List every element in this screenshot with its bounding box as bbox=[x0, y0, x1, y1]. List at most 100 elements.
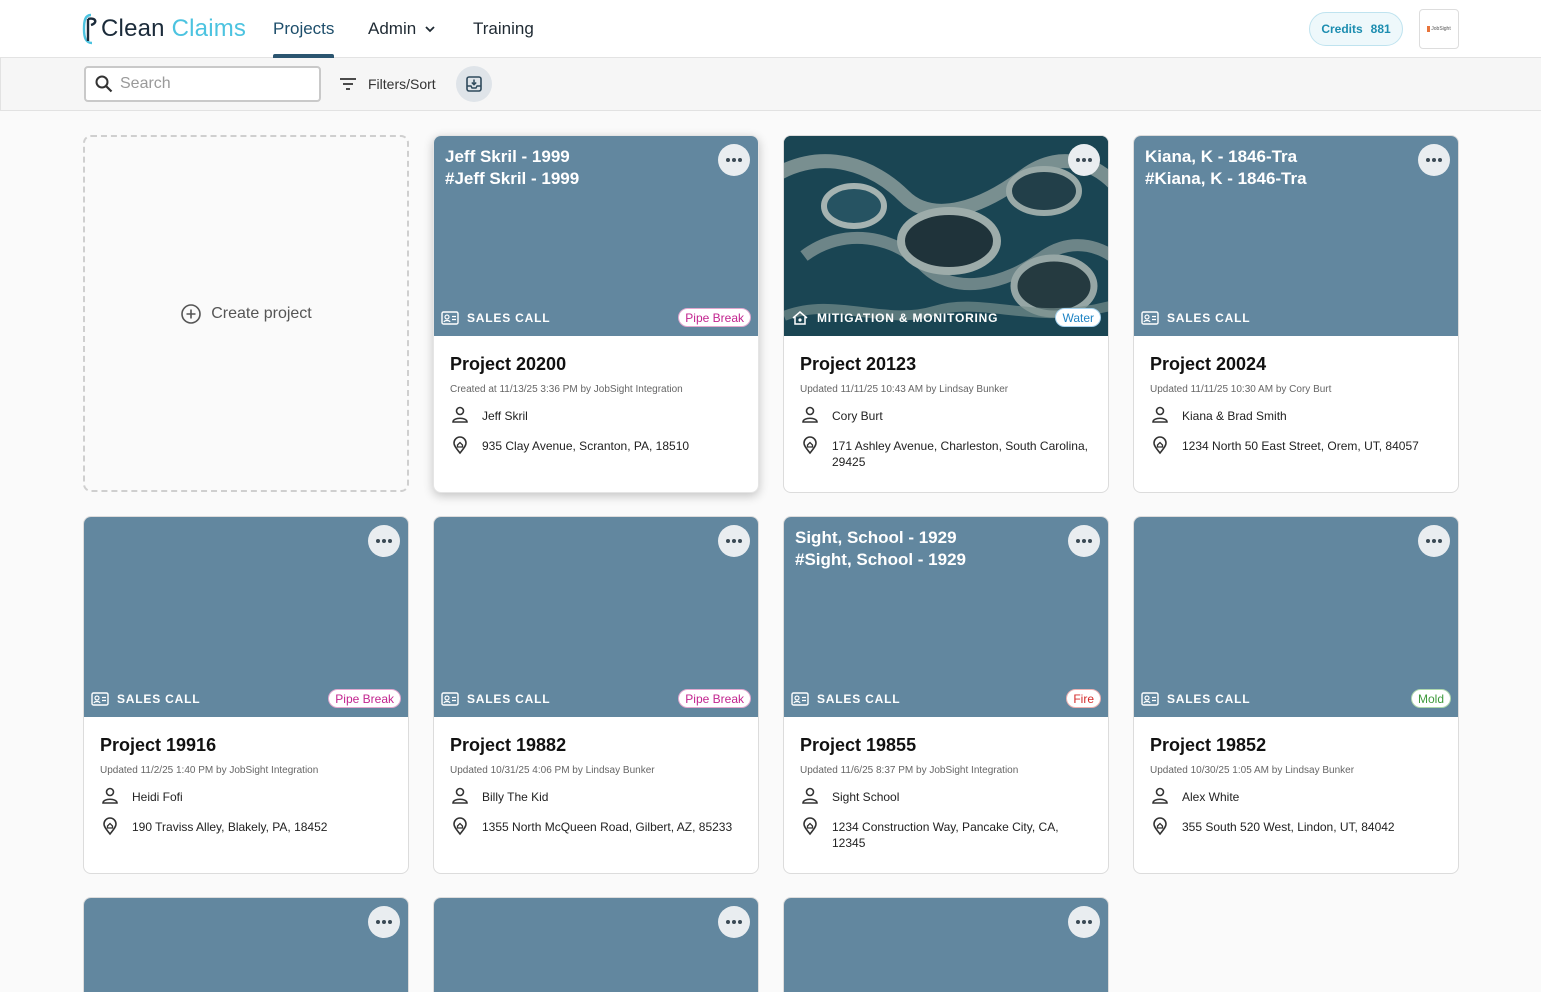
nav-admin-label: Admin bbox=[368, 19, 417, 38]
card-body: Project 19855 Updated 11/6/25 8:37 PM by… bbox=[784, 717, 1108, 873]
project-card[interactable] bbox=[83, 897, 409, 992]
credits-label: Credits bbox=[1321, 22, 1363, 36]
address-text: 190 Traviss Alley, Blakely, PA, 18452 bbox=[132, 820, 328, 834]
project-card[interactable]: SALES CALL Pipe Break Project 19916 Upda… bbox=[83, 516, 409, 874]
project-card[interactable]: MITIGATION & MONITORING Water Project 20… bbox=[783, 135, 1109, 493]
nav-projects[interactable]: Projects bbox=[273, 0, 335, 58]
more-options-button[interactable] bbox=[1068, 525, 1100, 557]
location-pin-icon bbox=[103, 817, 117, 836]
location-pin-icon bbox=[803, 817, 817, 836]
customer-row: Billy The Kid bbox=[450, 787, 742, 806]
location-pin-icon bbox=[1153, 817, 1167, 836]
project-name: Project 20200 bbox=[450, 354, 567, 374]
card-body: Project 20200 Created at 11/13/25 3:36 P… bbox=[434, 336, 758, 492]
projects-toolbar: Filters/Sort bbox=[0, 58, 1541, 111]
card-body: Project 19882 Updated 10/31/25 4:06 PM b… bbox=[434, 717, 758, 873]
customer-row: Cory Burt bbox=[800, 406, 1092, 425]
project-card[interactable]: SALES CALL Pipe Break Project 19882 Upda… bbox=[433, 516, 759, 874]
stage-text: SALES CALL bbox=[817, 692, 901, 706]
card-header-photo: MITIGATION & MONITORING Water bbox=[784, 136, 1108, 336]
nav-admin-dropdown[interactable]: Admin bbox=[368, 0, 436, 58]
contact-card-icon bbox=[91, 692, 109, 706]
project-meta: Updated 11/6/25 8:37 PM by JobSight Inte… bbox=[800, 765, 1019, 776]
create-project-card[interactable]: Create project bbox=[83, 135, 409, 492]
customer-name: Jeff Skril bbox=[482, 409, 528, 423]
archive-download-icon bbox=[466, 76, 482, 92]
loss-type-badge: Pipe Break bbox=[678, 308, 751, 327]
logo-icon bbox=[82, 13, 100, 45]
more-options-button[interactable] bbox=[368, 906, 400, 938]
claim-line-2: #Kiana, K - 1846-Tra bbox=[1145, 169, 1307, 188]
contact-card-icon bbox=[1141, 692, 1159, 706]
project-name: Project 19852 bbox=[1150, 735, 1267, 755]
stage-label: SALES CALL bbox=[791, 691, 900, 707]
project-meta: Updated 10/31/25 4:06 PM by Lindsay Bunk… bbox=[450, 765, 655, 776]
claim-title: Jeff Skril - 1999 #Jeff Skril - 1999 bbox=[445, 146, 579, 190]
more-options-button[interactable] bbox=[718, 906, 750, 938]
card-body: Project 20123 Updated 11/11/25 10:43 AM … bbox=[784, 336, 1108, 492]
stage-label: SALES CALL bbox=[441, 310, 550, 326]
house-monitoring-icon bbox=[792, 311, 808, 325]
search-box[interactable] bbox=[84, 66, 321, 102]
more-options-button[interactable] bbox=[1418, 144, 1450, 176]
claim-line-1: Sight, School - 1929 bbox=[795, 528, 957, 547]
card-header: Sight, School - 1929 #Sight, School - 192… bbox=[784, 517, 1108, 717]
contact-card-icon bbox=[441, 311, 459, 325]
more-options-button[interactable] bbox=[1068, 906, 1100, 938]
customer-row: Alex White bbox=[1150, 787, 1442, 806]
filters-sort-button[interactable]: Filters/Sort bbox=[338, 66, 436, 102]
more-options-button[interactable] bbox=[718, 525, 750, 557]
address-text: 1234 Construction Way, Pancake City, CA,… bbox=[832, 820, 1059, 850]
project-card[interactable] bbox=[783, 897, 1109, 992]
create-project-label: Create project bbox=[211, 304, 312, 322]
customer-row: Heidi Fofi bbox=[100, 787, 392, 806]
project-card[interactable]: SALES CALL Mold Project 19852 Updated 10… bbox=[1133, 516, 1459, 874]
card-header bbox=[784, 898, 1108, 992]
project-card[interactable] bbox=[433, 897, 759, 992]
contact-card-icon bbox=[791, 692, 809, 706]
stage-text: SALES CALL bbox=[467, 311, 551, 325]
card-body: Project 20024 Updated 11/11/25 10:30 AM … bbox=[1134, 336, 1458, 492]
archive-toggle-button[interactable] bbox=[456, 66, 492, 102]
loss-type-badge: Fire bbox=[1066, 689, 1101, 708]
more-options-button[interactable] bbox=[1068, 144, 1100, 176]
project-name: Project 20123 bbox=[800, 354, 917, 374]
chevron-down-icon bbox=[425, 26, 435, 33]
card-header bbox=[434, 898, 758, 992]
customer-row: Jeff Skril bbox=[450, 406, 742, 425]
more-options-button[interactable] bbox=[368, 525, 400, 557]
search-input[interactable] bbox=[120, 75, 310, 93]
more-options-button[interactable] bbox=[718, 144, 750, 176]
card-header: SALES CALL Mold bbox=[1134, 517, 1458, 717]
filters-sort-label: Filters/Sort bbox=[368, 76, 436, 92]
more-options-button[interactable] bbox=[1418, 525, 1450, 557]
address-text: 355 South 520 West, Lindon, UT, 84042 bbox=[1182, 820, 1395, 834]
claim-line-2: #Sight, School - 1929 bbox=[795, 550, 966, 569]
person-icon bbox=[1152, 406, 1168, 423]
project-name: Project 20024 bbox=[1150, 354, 1267, 374]
project-card[interactable]: Sight, School - 1929 #Sight, School - 192… bbox=[783, 516, 1109, 874]
stage-label: SALES CALL bbox=[1141, 691, 1250, 707]
project-meta: Updated 11/11/25 10:43 AM by Lindsay Bun… bbox=[800, 384, 1009, 395]
location-pin-icon bbox=[453, 817, 467, 836]
account-avatar[interactable]: JobSight bbox=[1419, 9, 1459, 49]
claim-line-1: Kiana, K - 1846-Tra bbox=[1145, 147, 1298, 166]
customer-name: Heidi Fofi bbox=[132, 790, 183, 804]
loss-type-badge: Pipe Break bbox=[328, 689, 401, 708]
add-circle-icon bbox=[181, 303, 202, 324]
location-pin-icon bbox=[803, 436, 817, 455]
customer-row: Kiana & Brad Smith bbox=[1150, 406, 1442, 425]
project-meta: Updated 10/30/25 1:05 AM by Lindsay Bunk… bbox=[1150, 765, 1355, 776]
nav-training[interactable]: Training bbox=[473, 0, 534, 58]
project-meta: Updated 11/2/25 1:40 PM by JobSight Inte… bbox=[100, 765, 319, 776]
address-text: 1355 North McQueen Road, Gilbert, AZ, 85… bbox=[482, 820, 733, 834]
project-card[interactable]: Kiana, K - 1846-Tra #Kiana, K - 1846-Tra … bbox=[1133, 135, 1459, 493]
project-card[interactable]: Jeff Skril - 1999 #Jeff Skril - 1999 SALE… bbox=[433, 135, 759, 493]
credits-chip[interactable]: Credits 881 bbox=[1309, 12, 1403, 46]
stage-label: SALES CALL bbox=[441, 691, 550, 707]
customer-name: Kiana & Brad Smith bbox=[1182, 409, 1287, 423]
project-name: Project 19882 bbox=[450, 735, 567, 755]
jobsight-logo-icon bbox=[1427, 26, 1431, 32]
clean-claims-logo[interactable]: Clean Claims bbox=[82, 12, 246, 46]
address-text: 1234 North 50 East Street, Orem, UT, 840… bbox=[1182, 439, 1419, 453]
